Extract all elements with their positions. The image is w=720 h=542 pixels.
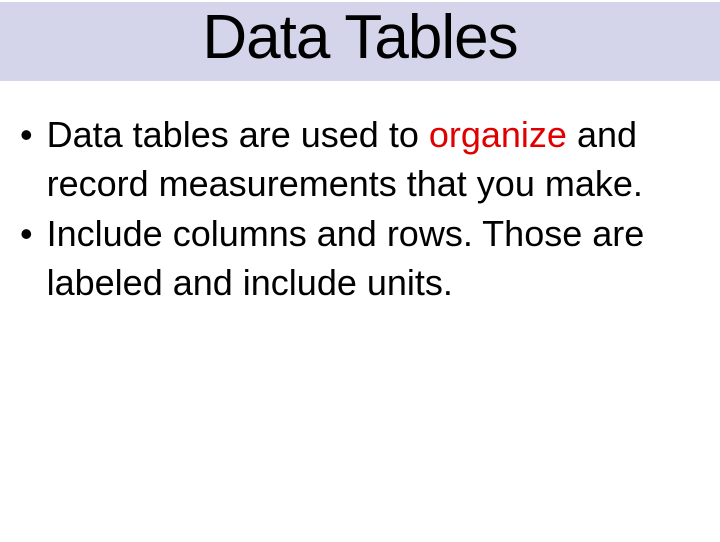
title-bar: Data Tables	[0, 2, 720, 81]
highlight-word: organize	[429, 114, 567, 155]
bullet-text-2: Include columns and rows. Those are labe…	[47, 210, 700, 307]
list-item: • Data tables are used to organize and r…	[20, 111, 700, 208]
slide-title: Data Tables	[0, 2, 720, 73]
text-pre: Include columns and rows. Those are labe…	[47, 213, 645, 303]
slide-content: • Data tables are used to organize and r…	[0, 81, 720, 307]
bullet-text-1: Data tables are used to organize and rec…	[47, 111, 700, 208]
bullet-dot: •	[20, 111, 33, 160]
list-item: • Include columns and rows. Those are la…	[20, 210, 700, 307]
bullet-dot: •	[20, 210, 33, 259]
text-pre: Data tables are used to	[47, 114, 429, 155]
